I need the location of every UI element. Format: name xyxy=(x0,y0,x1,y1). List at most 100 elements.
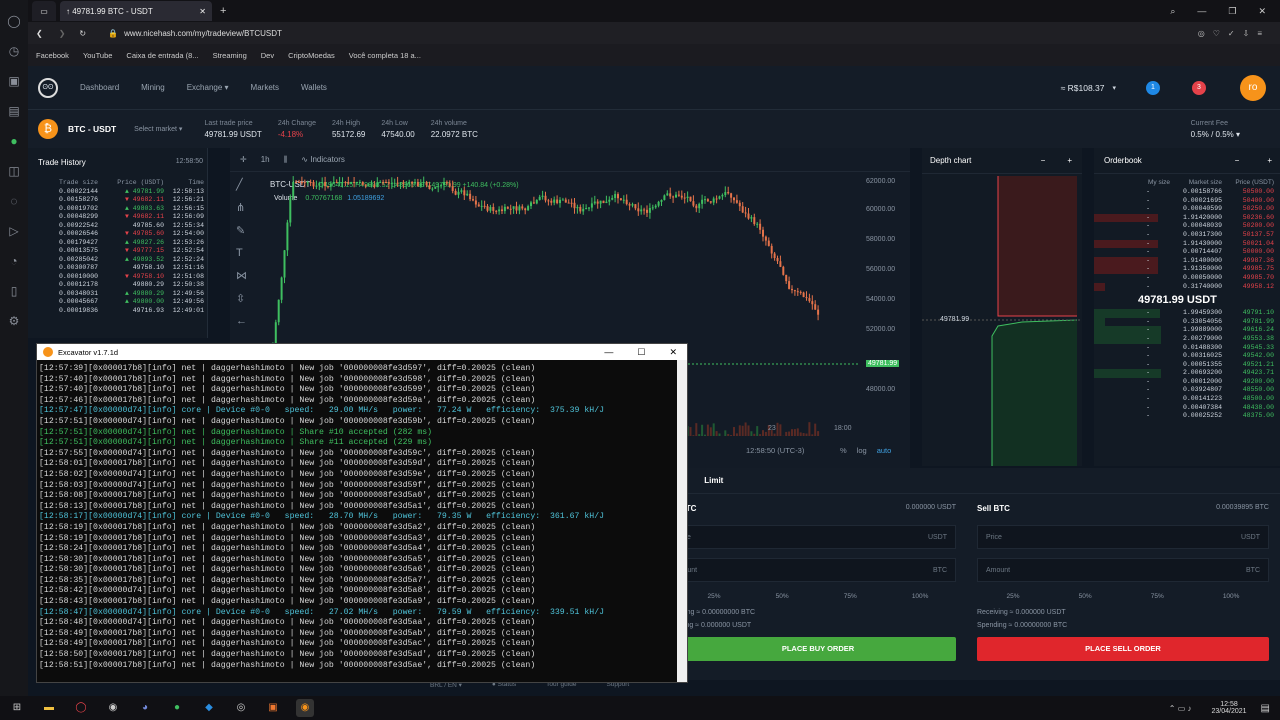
start-icon[interactable]: ⊞ xyxy=(8,699,26,717)
bid-row[interactable]: - 1.99459300 49791.10 xyxy=(1094,309,1280,318)
forward-icon[interactable]: ❯ xyxy=(59,29,66,38)
whatsapp-icon[interactable]: ● xyxy=(6,133,22,149)
buy-amount-input[interactable]: AmountBTC xyxy=(673,558,956,582)
interval-button[interactable]: 1h xyxy=(261,155,270,164)
ask-row[interactable]: - 0.00158766 50500.00 xyxy=(1094,188,1280,197)
reload-icon[interactable]: ↻ xyxy=(79,29,86,38)
bookmark-item[interactable]: YouTube xyxy=(83,51,112,60)
ask-row[interactable]: - 0.00021695 50400.00 xyxy=(1094,197,1280,206)
maximize-icon[interactable]: ❐ xyxy=(1228,6,1236,17)
indicators-button[interactable]: ∿ Indicators xyxy=(301,155,345,164)
percent-toggle[interactable]: % xyxy=(840,446,847,455)
text-tool-icon[interactable]: T xyxy=(236,247,252,259)
speed-dial-icon[interactable]: ◷ xyxy=(6,43,22,59)
crosshair-icon[interactable]: ✛ xyxy=(240,155,247,164)
select-market-dropdown[interactable]: Select market ▾ xyxy=(134,125,182,133)
explorer-icon[interactable]: ▬ xyxy=(40,699,58,717)
excavator-window[interactable]: Excavator v1.7.1d — ☐ ✕ [12:57:39][0x00001… xyxy=(36,343,688,683)
bid-row[interactable]: - 0.00025252 48375.00 xyxy=(1094,412,1280,421)
nav-item[interactable]: Exchange ▾ xyxy=(187,83,229,92)
buy-price-input[interactable]: PriceUSDT xyxy=(675,525,956,549)
chrome-icon[interactable]: ◎ xyxy=(232,699,250,717)
brush-icon[interactable]: ✎ xyxy=(236,224,252,237)
excavator-taskbar-icon[interactable]: ◉ xyxy=(296,699,314,717)
bid-row[interactable]: - 0.00051355 49521.21 xyxy=(1094,361,1280,370)
clock-date[interactable]: 23/04/2021 xyxy=(1212,708,1247,715)
twitch-icon[interactable]: ▤ xyxy=(6,103,22,119)
clock-time[interactable]: 12:58 xyxy=(1212,701,1247,708)
fib-icon[interactable]: ⋔ xyxy=(236,201,252,214)
sell-price-input[interactable]: Price USDT xyxy=(977,525,1269,549)
ob-zoom-out-icon[interactable]: − xyxy=(1235,156,1240,165)
chevron-down-icon[interactable]: ▾ xyxy=(1112,84,1116,92)
notification-badge[interactable]: 1 xyxy=(1146,80,1160,95)
search-icon[interactable]: ⌕ xyxy=(1170,6,1175,17)
vscode-icon[interactable]: ◆ xyxy=(200,699,218,717)
close-icon[interactable]: ✕ xyxy=(199,7,206,16)
ask-row[interactable]: - 0.00040599 50250.00 xyxy=(1094,205,1280,214)
percent-button[interactable]: 100% xyxy=(1223,593,1240,600)
percent-button[interactable]: 75% xyxy=(1151,593,1164,600)
player-icon[interactable]: ▷ xyxy=(6,223,22,239)
instagram-icon[interactable]: ◫ xyxy=(6,163,22,179)
new-tab-icon[interactable]: + xyxy=(220,5,226,17)
workspace-icon[interactable]: ▭ xyxy=(32,1,56,21)
sell-amount-input[interactable]: Amount BTC xyxy=(977,558,1269,582)
ask-row[interactable]: - 0.00714407 50000.00 xyxy=(1094,248,1280,257)
trend-line-icon[interactable]: ╱ xyxy=(236,178,252,191)
measure-icon[interactable]: ⇳ xyxy=(236,292,252,305)
ask-row[interactable]: - 1.91350000 49985.75 xyxy=(1094,265,1280,274)
url-field[interactable]: www.nicehash.com/my/tradeview/BTCUSDT xyxy=(124,29,282,38)
bid-row[interactable]: - 2.00693200 49423.71 xyxy=(1094,369,1280,378)
nicehash-logo-icon[interactable]: ʘʘ xyxy=(38,77,58,98)
term-maximize-icon[interactable]: ☐ xyxy=(637,347,645,358)
settings-icon[interactable]: ⚙ xyxy=(6,313,22,329)
bid-row[interactable]: - 2.00279000 49553.38 xyxy=(1094,334,1280,344)
excavator-titlebar[interactable]: Excavator v1.7.1d — ☐ ✕ xyxy=(37,344,687,360)
ask-row[interactable]: - 1.91420000 50236.60 xyxy=(1094,213,1280,223)
place-sell-order-button[interactable]: PLACE SELL ORDER xyxy=(977,637,1269,661)
tab-active[interactable]: ↑ 49781.99 BTC - USDT ✕ xyxy=(60,1,212,21)
opera-logo-icon[interactable]: ◯ xyxy=(6,13,22,29)
ask-row[interactable]: - 0.00048039 50200.00 xyxy=(1094,222,1280,231)
bid-row[interactable]: - 0.03924807 48550.00 xyxy=(1094,386,1280,395)
percent-button[interactable]: 75% xyxy=(844,593,857,600)
place-buy-order-button[interactable]: PLACE BUY ORDER xyxy=(680,637,956,661)
percent-button[interactable]: 25% xyxy=(708,593,721,600)
ob-zoom-in-icon[interactable]: + xyxy=(1267,156,1272,165)
back-icon[interactable]: ❮ xyxy=(36,29,43,38)
bid-row[interactable]: - 0.00407384 48438.00 xyxy=(1094,404,1280,413)
bookmark-item[interactable]: Streaming xyxy=(213,51,247,60)
bid-row[interactable]: - 0.00012000 49200.00 xyxy=(1094,378,1280,387)
discord-icon[interactable]: ◕ xyxy=(136,699,154,717)
bookmark-item[interactable]: CriptoMoedas xyxy=(288,51,335,60)
log-toggle[interactable]: log xyxy=(857,446,867,455)
alert-badge[interactable]: 3 xyxy=(1192,80,1206,95)
tray-icons[interactable]: ⌃ ▭ ♪ xyxy=(1169,704,1192,713)
pattern-icon[interactable]: ⋈ xyxy=(236,269,252,282)
spotify-icon[interactable]: ● xyxy=(168,699,186,717)
bookmark-item[interactable]: Dev xyxy=(261,51,274,60)
nav-item[interactable]: Markets xyxy=(251,83,279,92)
percent-button[interactable]: 100% xyxy=(912,593,929,600)
wallet-balance[interactable]: ≈ R$108.37 xyxy=(1061,83,1105,93)
avatar[interactable]: ro xyxy=(1240,74,1266,101)
candle-type-icon[interactable]: ⫼ xyxy=(284,155,288,165)
bid-row[interactable]: - 1.99889000 49616.24 xyxy=(1094,326,1280,335)
term-close-icon[interactable]: ✕ xyxy=(669,347,677,358)
bid-row[interactable]: - 0.33054056 49781.99 xyxy=(1094,317,1280,327)
history-icon[interactable]: ◔ xyxy=(6,253,22,269)
percent-button[interactable]: 50% xyxy=(776,593,789,600)
bid-row[interactable]: - 0.00141223 48500.00 xyxy=(1094,395,1280,404)
messenger-icon[interactable]: ◌ xyxy=(6,193,22,209)
shop-icon[interactable]: ▣ xyxy=(6,73,22,89)
tab-limit[interactable]: Limit xyxy=(704,476,723,485)
percent-button[interactable]: 25% xyxy=(1007,593,1020,600)
ask-row[interactable]: - 0.00050000 49985.70 xyxy=(1094,274,1280,283)
bid-row[interactable]: - 0.01488300 49545.33 xyxy=(1094,344,1280,353)
notification-center-icon[interactable]: ▤ xyxy=(1261,703,1270,714)
term-minimize-icon[interactable]: — xyxy=(604,347,613,358)
ask-row[interactable]: - 1.91400000 49987.36 xyxy=(1094,256,1280,266)
zoom-in-icon[interactable]: + xyxy=(1067,156,1072,165)
percent-button[interactable]: 50% xyxy=(1079,593,1092,600)
